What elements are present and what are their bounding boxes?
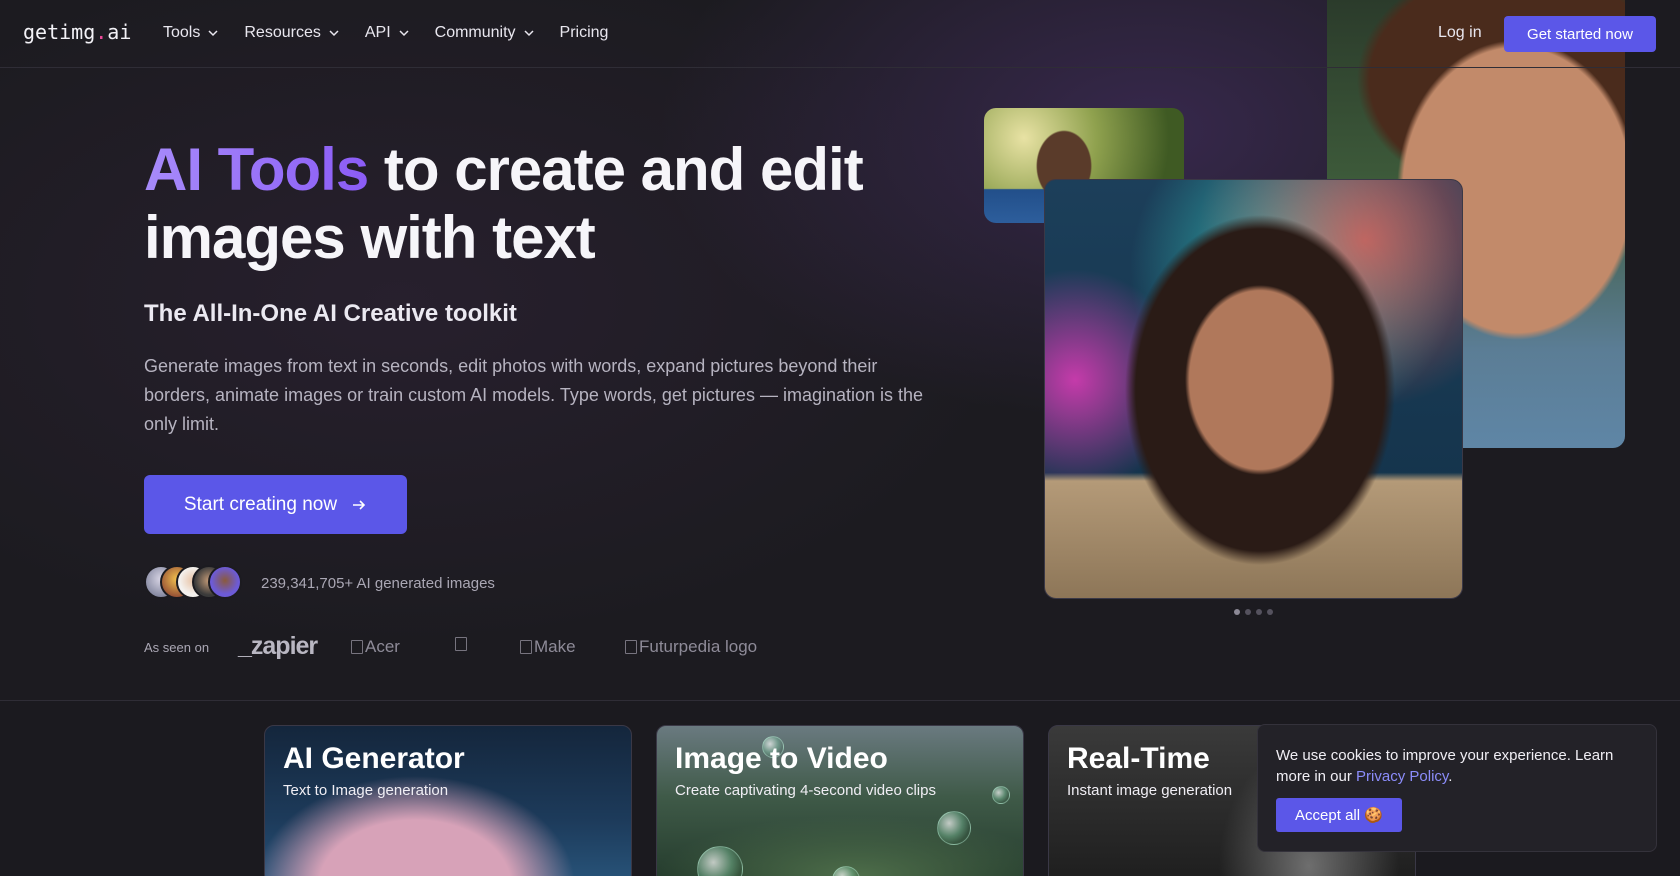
cookie-text-end: . — [1448, 768, 1453, 785]
privacy-policy-link[interactable]: Privacy Policy — [1356, 768, 1448, 785]
bubble-decoration — [832, 866, 860, 876]
broken-image-icon — [625, 640, 637, 654]
acer-logo-text: Acer — [365, 637, 400, 656]
carousel-indicators — [1234, 609, 1273, 615]
bubble-decoration — [992, 786, 1010, 804]
hero-subtitle: The All-In-One AI Creative toolkit — [144, 300, 517, 327]
tool-card-image-to-video[interactable]: Image to Video Create captivating 4-seco… — [656, 725, 1024, 876]
nav-item-label: Pricing — [559, 24, 609, 41]
make-logo[interactable]: Make — [520, 637, 576, 657]
logo-dot: . — [95, 20, 108, 44]
logo[interactable]: getimg.ai — [23, 20, 131, 44]
cta-label: Start creating now — [183, 493, 338, 515]
carousel-dot[interactable] — [1256, 609, 1262, 615]
hero-title: AI Tools to create and edit images with … — [144, 136, 904, 272]
nav-item-community[interactable]: Community — [435, 24, 534, 42]
brand-logo[interactable] — [455, 637, 467, 651]
carousel-dot[interactable] — [1234, 609, 1240, 615]
tool-card-subtitle: Text to Image generation — [283, 782, 449, 799]
futurpedia-logo[interactable]: Futurpedia logo — [625, 637, 757, 657]
broken-image-icon — [455, 637, 467, 651]
tool-card-title: Image to Video — [675, 742, 888, 775]
nav-item-label: Resources — [244, 24, 321, 41]
tool-card-subtitle: Instant image generation — [1067, 782, 1233, 799]
tool-card-subtitle: Create captivating 4-second video clips — [675, 782, 936, 799]
avatar-group — [144, 565, 242, 599]
logo-prefix: getimg — [23, 20, 96, 44]
nav-item-label: API — [364, 24, 391, 41]
carousel-dot[interactable] — [1267, 609, 1273, 615]
nav-item-pricing[interactable]: Pricing — [560, 24, 609, 42]
tool-card-title: Real-Time — [1067, 742, 1210, 775]
cookie-text: We use cookies to improve your experienc… — [1276, 745, 1646, 787]
nav-item-tools[interactable]: Tools — [163, 24, 218, 42]
broken-image-icon — [520, 640, 532, 654]
cookie-banner: We use cookies to improve your experienc… — [1257, 724, 1657, 852]
nav-item-label: Community — [434, 24, 516, 41]
chevron-down-icon — [524, 30, 534, 37]
zapier-logo[interactable]: _zapier — [238, 632, 318, 661]
broken-image-icon — [351, 640, 363, 654]
hero-image-woman-neon — [1044, 179, 1463, 599]
generated-count: 239,341,705+ AI generated images — [261, 575, 495, 592]
chevron-down-icon — [399, 30, 409, 37]
avatar — [208, 565, 242, 599]
bubble-decoration — [697, 846, 743, 876]
futurpedia-logo-text: Futurpedia logo — [639, 637, 758, 656]
chevron-down-icon — [329, 30, 339, 37]
tool-card-ai-generator[interactable]: AI Generator Text to Image generation — [264, 725, 632, 876]
nav-item-label: Tools — [163, 24, 201, 41]
nav-item-api[interactable]: API — [365, 24, 409, 42]
top-navigation: getimg.ai Tools Resources API Community … — [0, 0, 1680, 68]
hero-description: Generate images from text in seconds, ed… — [144, 356, 924, 434]
nav-item-resources[interactable]: Resources — [244, 24, 339, 42]
acer-logo[interactable]: Acer — [351, 637, 400, 657]
bubble-decoration — [937, 811, 971, 845]
arrow-right-icon — [353, 499, 366, 510]
make-logo-text: Make — [534, 637, 576, 656]
nav-menu: Tools Resources API Community Pricing — [163, 24, 634, 42]
chevron-down-icon — [208, 30, 218, 37]
as-seen-on-label: As seen on — [144, 640, 210, 655]
section-divider — [0, 700, 1680, 701]
start-creating-button[interactable]: Start creating now — [144, 475, 407, 534]
get-started-button[interactable]: Get started now — [1504, 16, 1656, 52]
tool-card-title: AI Generator — [283, 742, 465, 775]
accept-cookies-button[interactable]: Accept all 🍪 — [1276, 798, 1402, 832]
logo-suffix: ai — [107, 20, 132, 44]
hero-title-accent: AI Tools — [144, 136, 369, 203]
login-link[interactable]: Log in — [1438, 24, 1482, 42]
carousel-dot[interactable] — [1245, 609, 1251, 615]
